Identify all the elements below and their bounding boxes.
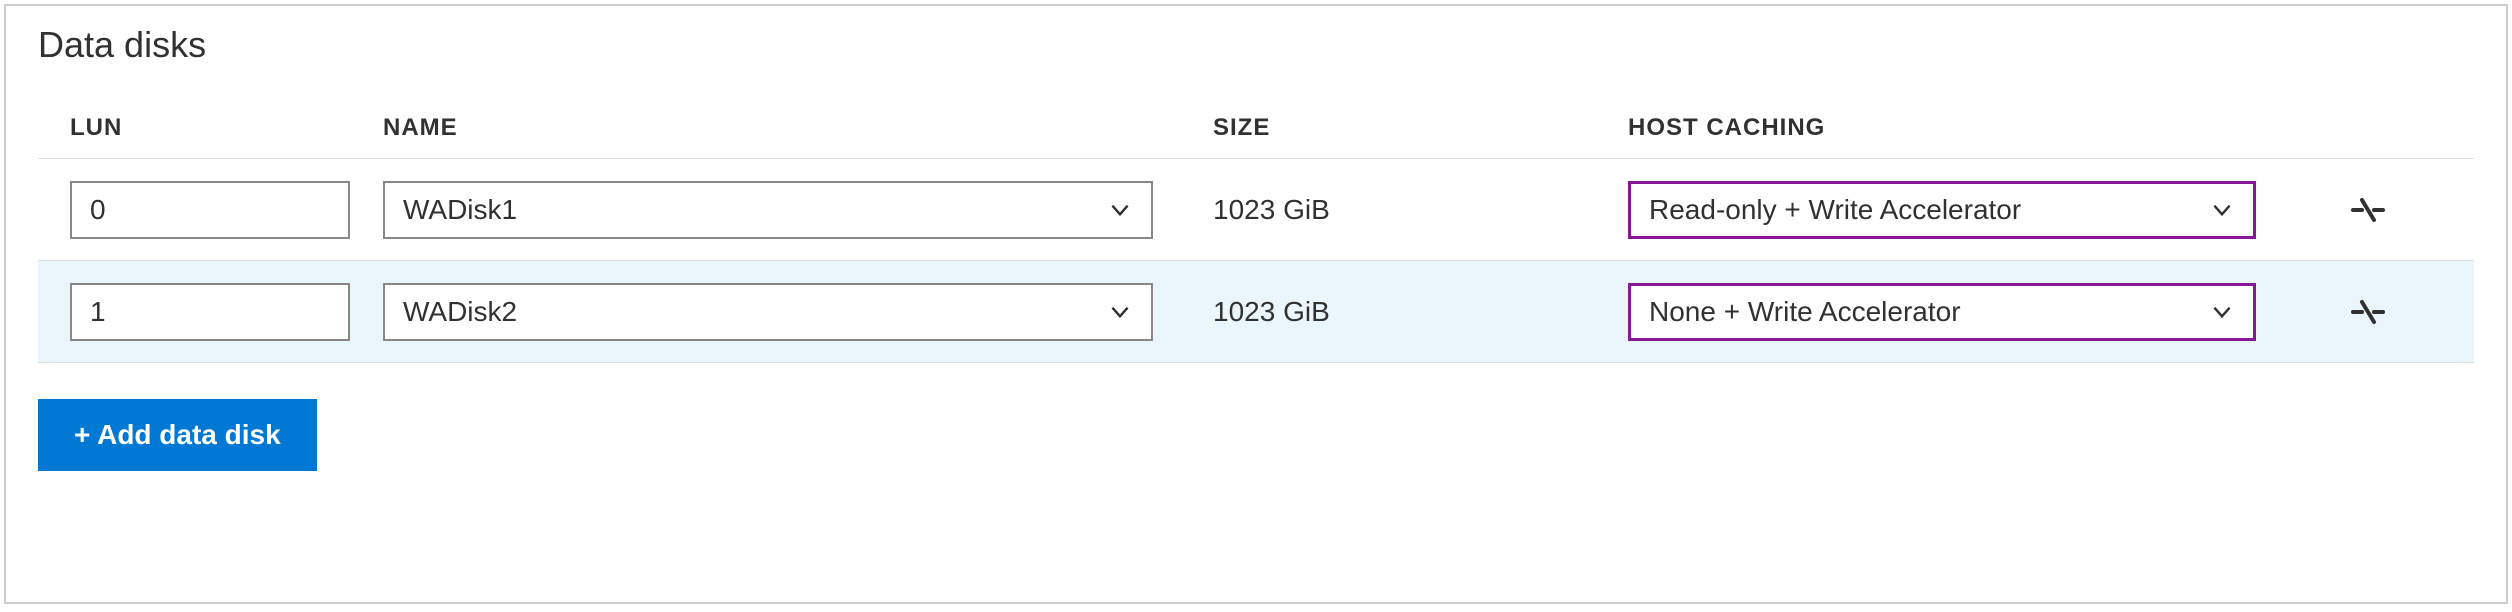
- lun-input[interactable]: [70, 181, 350, 239]
- data-disks-panel: Data disks LUN NAME SIZE HOST CACHING WA…: [4, 4, 2508, 604]
- chevron-down-icon: [2209, 197, 2235, 223]
- host-caching-value: None + Write Accelerator: [1649, 296, 1961, 328]
- header-size: SIZE: [1213, 114, 1270, 141]
- header-lun: LUN: [70, 114, 122, 141]
- lun-input[interactable]: [70, 283, 350, 341]
- table-row: WADisk1 1023 GiB Read-only + Write Accel…: [38, 159, 2474, 261]
- section-title: Data disks: [6, 6, 2506, 90]
- name-select[interactable]: WADisk1: [383, 181, 1153, 239]
- add-data-disk-button[interactable]: + Add data disk: [38, 399, 317, 471]
- name-select-value: WADisk2: [403, 296, 517, 328]
- size-value: 1023 GiB: [1213, 296, 1330, 327]
- header-caching: HOST CACHING: [1628, 114, 1825, 141]
- write-accelerator-icon[interactable]: [2343, 185, 2393, 235]
- table-header-row: LUN NAME SIZE HOST CACHING: [38, 90, 2474, 159]
- chevron-down-icon: [1107, 299, 1133, 325]
- host-caching-select[interactable]: None + Write Accelerator: [1628, 283, 2256, 341]
- chevron-down-icon: [2209, 299, 2235, 325]
- name-select-value: WADisk1: [403, 194, 517, 226]
- name-select[interactable]: WADisk2: [383, 283, 1153, 341]
- host-caching-value: Read-only + Write Accelerator: [1649, 194, 2021, 226]
- data-disks-table: LUN NAME SIZE HOST CACHING WADisk1 1023 …: [6, 90, 2506, 363]
- chevron-down-icon: [1107, 197, 1133, 223]
- write-accelerator-icon[interactable]: [2343, 287, 2393, 337]
- table-row: WADisk2 1023 GiB None + Write Accelerato…: [38, 261, 2474, 363]
- header-name: NAME: [383, 114, 458, 141]
- size-value: 1023 GiB: [1213, 194, 1330, 225]
- host-caching-select[interactable]: Read-only + Write Accelerator: [1628, 181, 2256, 239]
